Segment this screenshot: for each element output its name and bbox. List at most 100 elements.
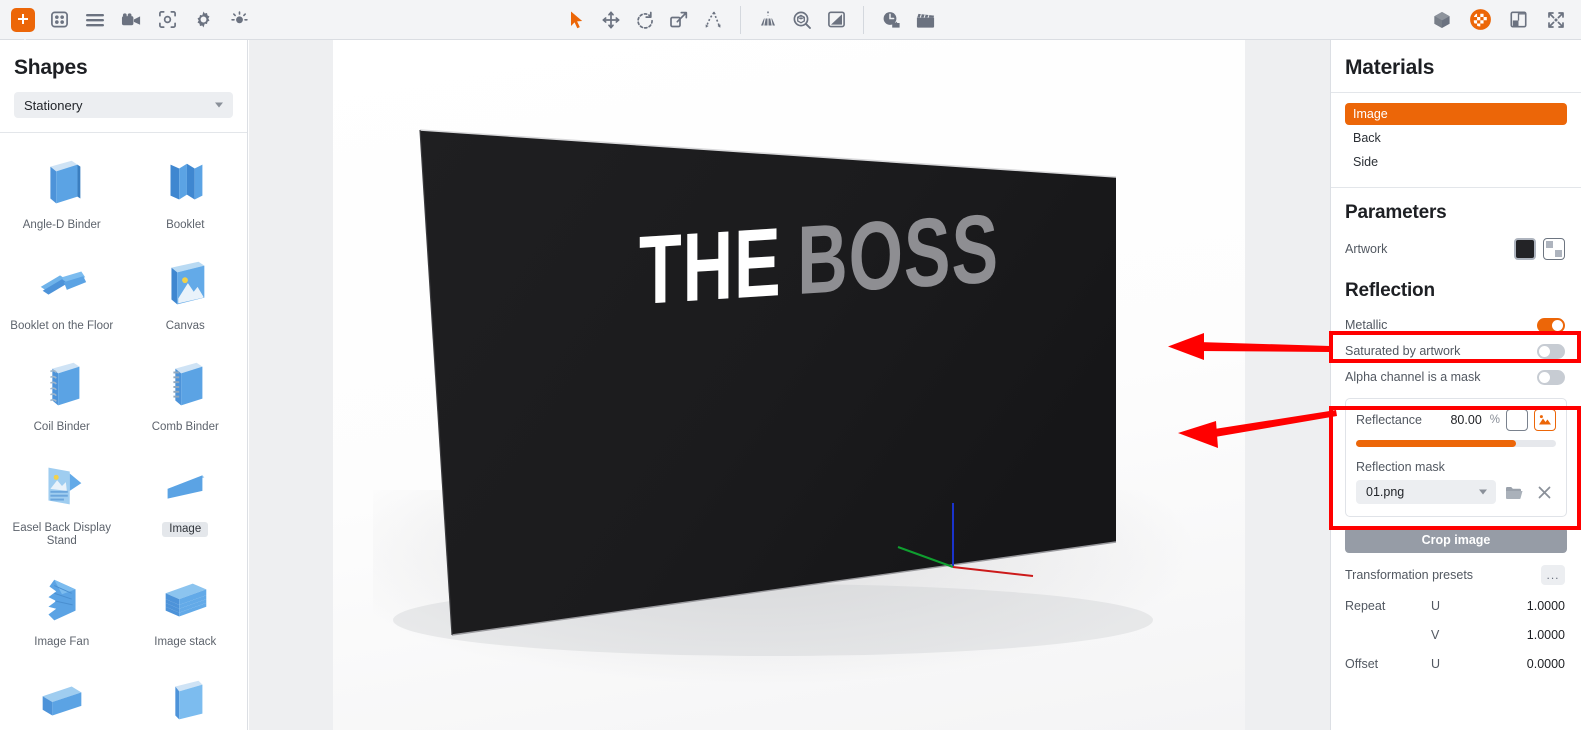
reflectance-color-button[interactable]	[1506, 409, 1528, 431]
top-toolbar	[0, 0, 1581, 40]
shape-item-partial-left[interactable]	[0, 663, 124, 730]
angle-d-binder-icon	[50, 160, 81, 204]
image-stack-icon	[165, 583, 207, 617]
shape-item-booklet-on-the-floor[interactable]: Booklet on the Floor	[0, 246, 124, 347]
clapperboard-icon[interactable]	[908, 5, 942, 35]
shape-label: Booklet on the Floor	[10, 320, 114, 332]
app-root: Shapes Stationery Angle-D Binder Booklet…	[0, 0, 1581, 730]
shape-label: Booklet	[166, 219, 205, 231]
artwork-text-secondary: BOSS	[797, 193, 999, 315]
offset-label: Offset	[1345, 657, 1379, 671]
layers-list-icon[interactable]	[78, 5, 112, 35]
scale-icon[interactable]	[662, 5, 696, 35]
transformation-presets-button[interactable]: ...	[1541, 565, 1565, 585]
close-icon[interactable]	[1532, 480, 1556, 504]
coil-binder-icon	[49, 362, 80, 406]
artwork-row: Artwork	[1331, 234, 1581, 264]
shape-label: Image Fan	[34, 636, 90, 648]
grid-items-icon[interactable]	[42, 5, 76, 35]
time-animation-icon[interactable]	[874, 5, 908, 35]
image-fan-icon	[48, 579, 76, 621]
move-icon[interactable]	[594, 5, 628, 35]
metallic-toggle[interactable]	[1537, 317, 1565, 333]
shape-item-image-stack[interactable]: Image stack	[124, 562, 248, 663]
material-item-image[interactable]: Image	[1345, 103, 1567, 125]
saturated-by-artwork-row: Saturated by artwork	[1331, 338, 1581, 364]
material-item-label: Side	[1353, 155, 1379, 169]
shape-category-select[interactable]: Stationery	[14, 92, 233, 118]
reflectance-header: Reflectance 80.00 %	[1356, 409, 1556, 431]
material-item-back[interactable]: Back	[1345, 127, 1567, 149]
shape-item-canvas[interactable]: Canvas	[124, 246, 248, 347]
toolbar-separator-2	[863, 5, 864, 34]
shape-label: Canvas	[165, 320, 205, 332]
shape-label: Image stack	[154, 636, 217, 648]
select-arrow-icon[interactable]	[560, 5, 594, 35]
environment-icon[interactable]	[785, 5, 819, 35]
material-item-side[interactable]: Side	[1345, 151, 1567, 173]
fullscreen-icon[interactable]	[1539, 5, 1573, 35]
saturated-by-artwork-toggle[interactable]	[1537, 343, 1565, 359]
alpha-channel-mask-label: Alpha channel is a mask	[1345, 370, 1481, 384]
repeat-v-value[interactable]: 1.0000	[1483, 628, 1565, 642]
snapshot-icon[interactable]	[150, 5, 184, 35]
light-bulb-icon[interactable]	[222, 5, 256, 35]
saturated-by-artwork-label: Saturated by artwork	[1345, 344, 1461, 358]
add-icon[interactable]	[11, 7, 35, 32]
shape-item-image-fan[interactable]: Image Fan	[0, 562, 124, 663]
artwork-label: Artwork	[1345, 242, 1388, 256]
artwork-color-swatch[interactable]	[1514, 238, 1536, 260]
shape-item-easel-back-display-stand[interactable]: Easel Back Display Stand	[0, 448, 124, 562]
reflectance-slider-fill	[1356, 440, 1516, 447]
shape-item-comb-binder[interactable]: Comb Binder	[124, 347, 248, 448]
material-list: Image Back Side	[1331, 93, 1581, 187]
repeat-u-row: Repeat U 1.0000	[1331, 589, 1581, 618]
shape-item-partial-right[interactable]	[124, 663, 248, 730]
artwork-text-primary: THE	[639, 207, 782, 325]
toolbar-left-group	[0, 0, 256, 40]
repeat-u-value[interactable]: 1.0000	[1483, 599, 1565, 613]
materials-panel: Materials Image Back Side Parameters Art…	[1330, 40, 1581, 730]
reflectance-slider[interactable]	[1356, 440, 1556, 447]
artwork-texture-button[interactable]	[1543, 238, 1565, 260]
metallic-label: Metallic	[1345, 318, 1388, 332]
reflectance-image-button[interactable]	[1534, 409, 1556, 431]
viewport-gutter-left	[249, 40, 333, 730]
checker-sphere-icon[interactable]	[1463, 5, 1497, 35]
gear-icon[interactable]	[186, 5, 220, 35]
repeat-v-axis: V	[1431, 628, 1440, 642]
reflection-mask-label: Reflection mask	[1356, 460, 1445, 474]
deform-icon[interactable]	[696, 5, 730, 35]
materials-title: Materials	[1345, 56, 1435, 79]
offset-u-value[interactable]: 0.0000	[1483, 657, 1565, 671]
cube-icon[interactable]	[1425, 5, 1459, 35]
crop-image-button[interactable]: Crop image	[1345, 527, 1567, 553]
reflectance-value[interactable]: 80.00	[1450, 413, 1481, 427]
reflection-mask-value: 01.png	[1366, 485, 1405, 499]
partial-shape-icon-2	[175, 680, 203, 720]
booklet-on-the-floor-icon	[40, 271, 86, 295]
material-item-label: Back	[1353, 131, 1381, 145]
shape-item-image[interactable]: Image	[124, 448, 248, 562]
3d-viewport[interactable]: THE BOSS	[333, 40, 1245, 730]
shapes-panel: Shapes Stationery Angle-D Binder Booklet…	[0, 40, 248, 730]
shape-item-coil-binder[interactable]: Coil Binder	[0, 347, 124, 448]
video-camera-icon[interactable]	[114, 5, 148, 35]
shape-label: Image	[162, 522, 209, 537]
add-button[interactable]	[6, 5, 40, 35]
stage-lights-icon[interactable]	[751, 5, 785, 35]
reflection-mask-select[interactable]: 01.png	[1356, 480, 1496, 504]
shape-item-angle-d-binder[interactable]: Angle-D Binder	[0, 145, 124, 246]
repeat-v-row: V 1.0000	[1331, 618, 1581, 647]
reflectance-label: Reflectance	[1356, 413, 1423, 427]
page-curl-icon[interactable]	[1501, 5, 1535, 35]
canvas-icon	[171, 261, 205, 305]
gradient-backdrop-icon[interactable]	[819, 5, 853, 35]
alpha-channel-mask-toggle[interactable]	[1537, 369, 1565, 385]
crop-image-label: Crop image	[1421, 533, 1491, 547]
folder-open-icon[interactable]	[1502, 480, 1526, 504]
comb-binder-icon	[173, 362, 203, 406]
rotate-icon[interactable]	[628, 5, 662, 35]
viewport-gutter-right	[1245, 40, 1330, 730]
shape-item-booklet[interactable]: Booklet	[124, 145, 248, 246]
